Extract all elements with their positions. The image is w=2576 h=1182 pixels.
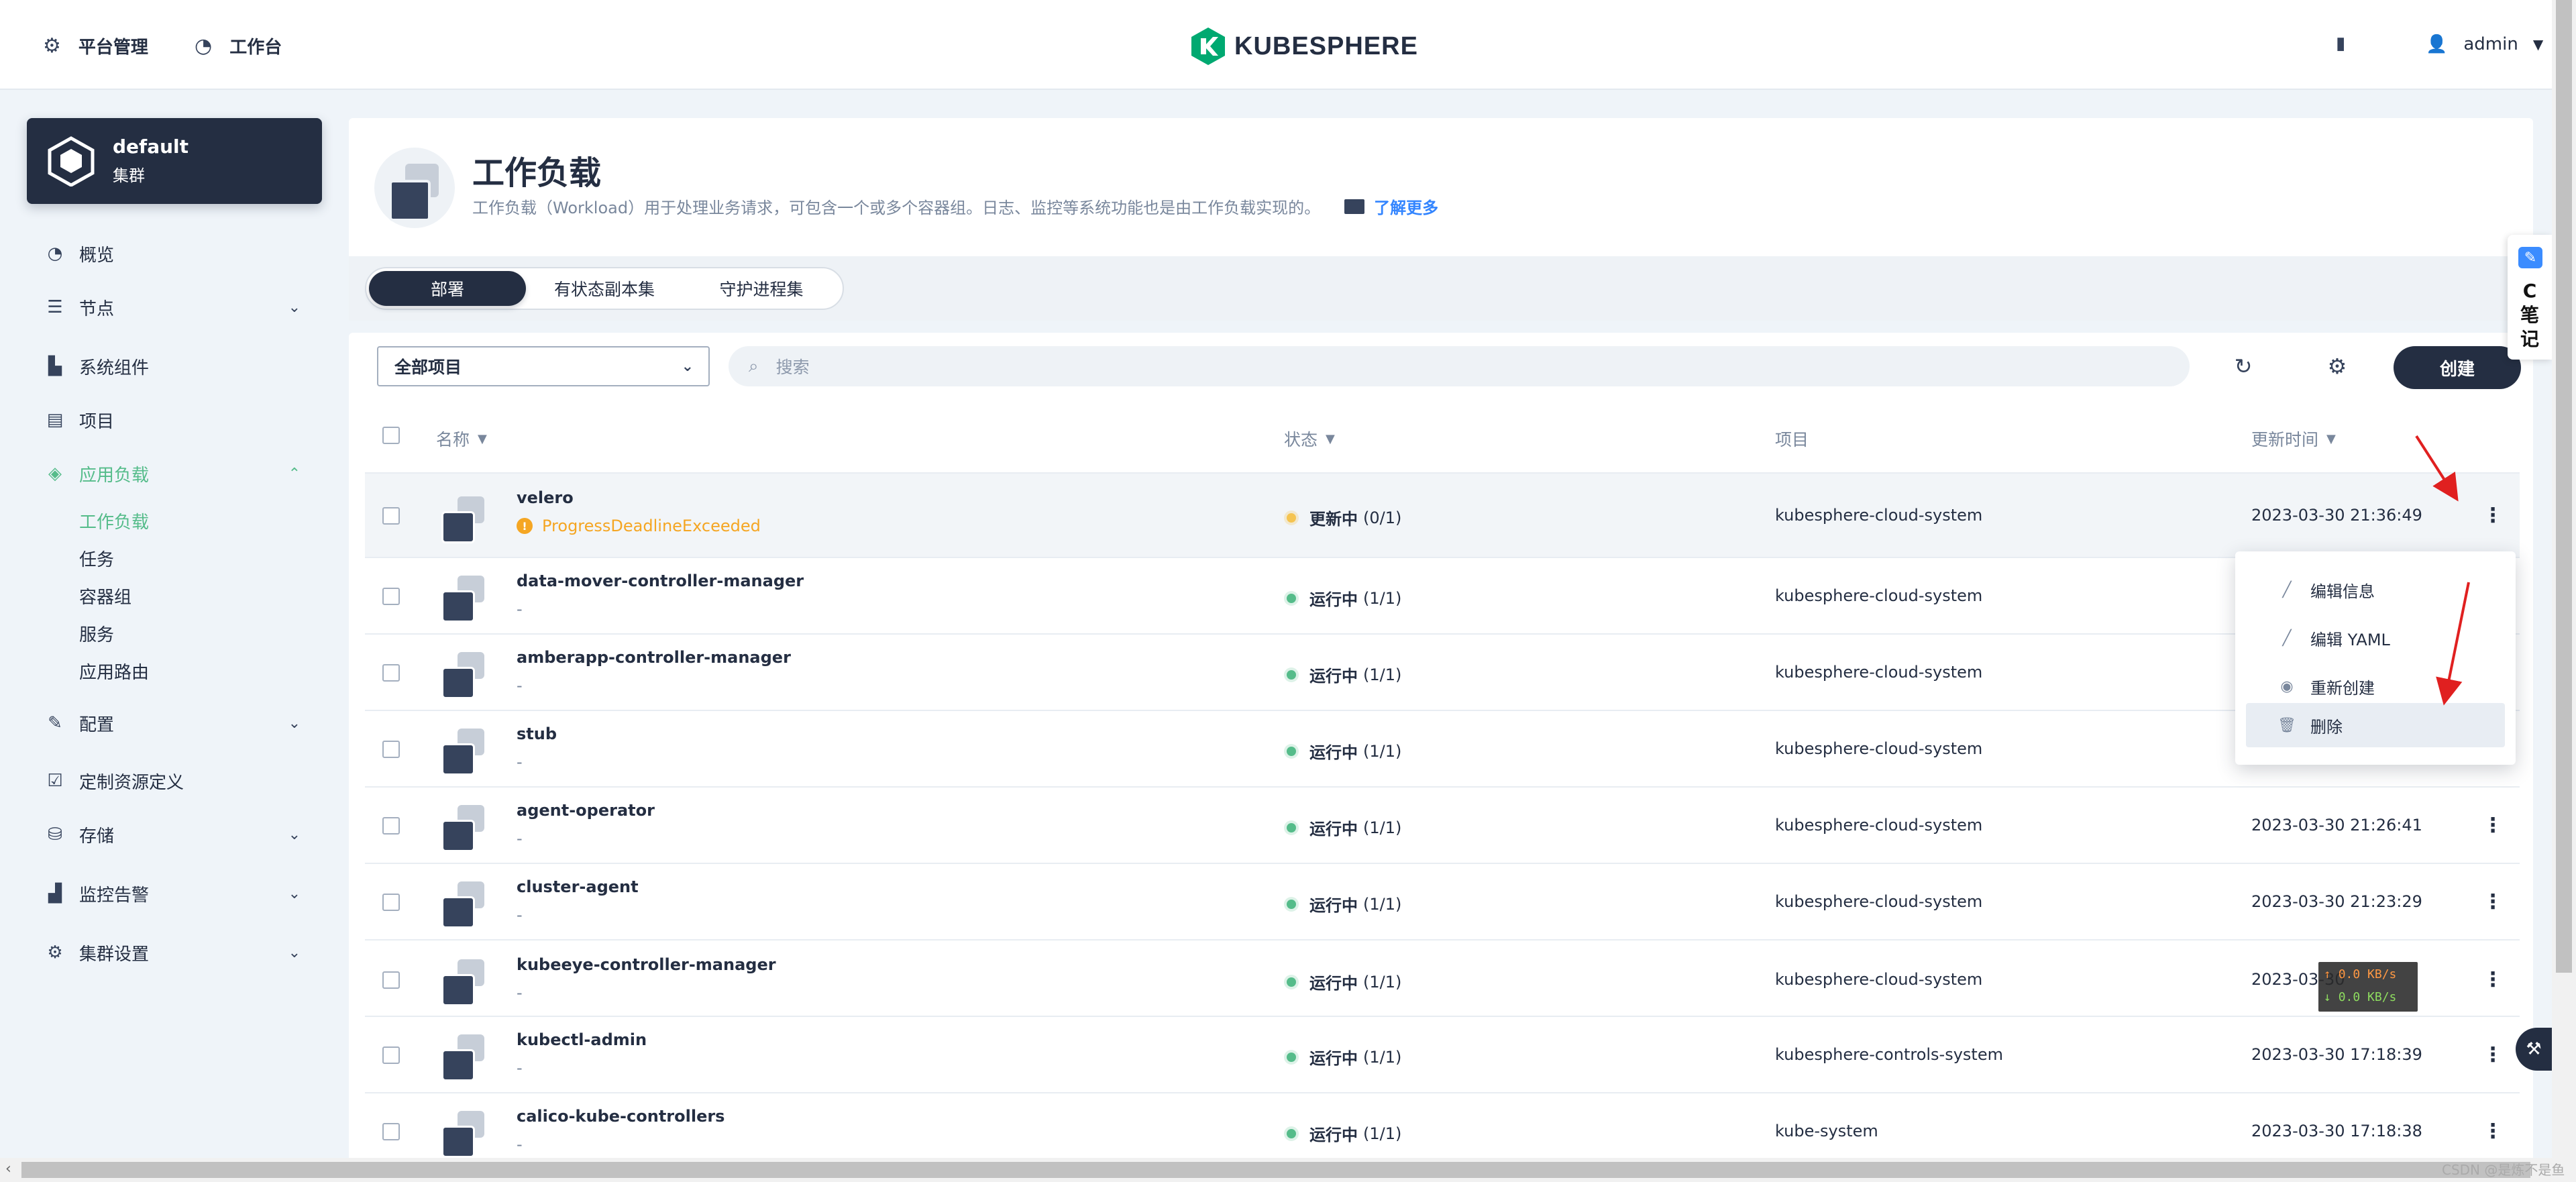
upload-speed: ↑ 0.0 KB/s bbox=[2324, 967, 2397, 981]
download-speed: ↓ 0.0 KB/s bbox=[2324, 990, 2397, 1004]
annotation-arrows bbox=[2415, 435, 2470, 706]
annotation-arrow bbox=[2415, 435, 2459, 502]
annotation-arrow bbox=[2436, 582, 2470, 706]
scroll-left-icon[interactable]: ‹ bbox=[5, 1161, 11, 1177]
upload-value: 0.0 KB/s bbox=[2338, 967, 2397, 981]
download-value: 0.0 KB/s bbox=[2338, 990, 2397, 1004]
horizontal-scrollbar[interactable]: ‹ bbox=[0, 1158, 2576, 1182]
note-widget[interactable]: ✎ C笔记 bbox=[2508, 235, 2552, 360]
note-icon: ✎ bbox=[2518, 247, 2542, 268]
watermark: CSDN @是炼不是鱼 bbox=[2442, 1162, 2565, 1178]
net-speed-widget: ↑ 0.0 KB/s ↓ 0.0 KB/s bbox=[2318, 962, 2418, 1012]
scroll-thumb[interactable] bbox=[2556, 0, 2572, 973]
scroll-thumb[interactable] bbox=[21, 1162, 2530, 1178]
note-label: C笔记 bbox=[2520, 280, 2539, 350]
vertical-scrollbar[interactable] bbox=[2552, 0, 2576, 1158]
